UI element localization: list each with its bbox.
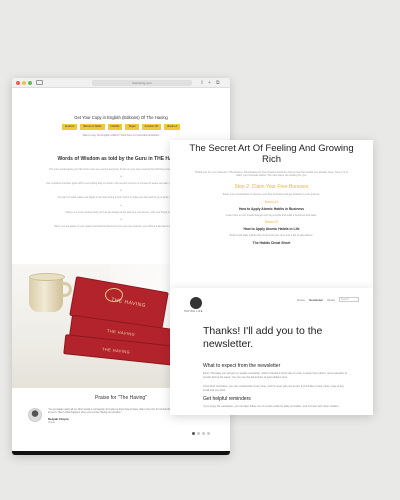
avatar	[28, 408, 42, 422]
signup-card: The Secret Art Of Feeling And Growing Ri…	[170, 140, 373, 290]
nav-item-newsletter[interactable]: Newsletter	[309, 298, 323, 302]
bonus-label: Bonus #1	[264, 199, 279, 204]
browser-toolbar: thehaving.com ⇪ + ⧉	[12, 78, 230, 88]
newsletter-card: HAVING LIFE Home Newsletter About Search…	[170, 288, 373, 415]
new-tab-icon[interactable]: +	[208, 80, 211, 86]
thanks-title: Thanks! I'll add you to the newsletter.	[203, 325, 323, 350]
brand-logo-icon[interactable]	[190, 297, 202, 309]
mug-illustration	[29, 273, 65, 312]
bonus-label: Bonus #2	[264, 220, 279, 225]
search-input[interactable]: Search	[339, 297, 359, 302]
signup-title: The Secret Art Of Feeling And Growing Ri…	[189, 143, 354, 165]
retailer-button[interactable]: Barnes & Noble	[80, 124, 105, 130]
top-nav: Home Newsletter About Search	[297, 297, 359, 302]
close-window-button[interactable]	[16, 81, 20, 85]
sidebar-toggle-icon[interactable]	[36, 80, 43, 85]
bonus-title[interactable]: How to Apply Atomic Habits in Life	[170, 227, 373, 231]
nav-item-home[interactable]: Home	[297, 298, 305, 302]
retailer-button[interactable]: IndieBo	[107, 124, 123, 130]
tabs-overview-icon[interactable]: ⧉	[216, 80, 220, 86]
bonus-title[interactable]: How to Apply Atomic Habits in Business	[170, 207, 373, 211]
hero-title: Get Your Copy in English (Editions) Of T…	[74, 115, 168, 120]
minimize-window-button[interactable]	[22, 81, 26, 85]
retailer-button[interactable]: Amazon UK	[141, 124, 162, 130]
nav-item-about[interactable]: About	[327, 298, 335, 302]
retailer-button[interactable]: Target	[125, 124, 139, 130]
address-bar[interactable]: thehaving.com	[92, 80, 192, 86]
bonus-description: Build small daily habits that compound o…	[229, 234, 314, 238]
carousel-dot[interactable]	[207, 432, 210, 435]
international-edition-link[interactable]: Want to buy the English edition? Click h…	[12, 134, 230, 137]
maximize-window-button[interactable]	[28, 81, 32, 85]
retailer-buttons: Amazon Barnes & Noble IndieBo Target Ama…	[12, 124, 230, 130]
section-text: Every Thursday you will get my weekly ne…	[203, 372, 347, 379]
step-heading: Step 2: Claim Your Free Bonuses	[234, 184, 309, 191]
section-heading: What to expect from the newsletter	[203, 363, 281, 369]
share-icon[interactable]: ⇪	[200, 80, 204, 86]
retailer-button[interactable]: Amazon	[61, 124, 78, 130]
retailer-button[interactable]: Books-A	[164, 124, 181, 130]
signup-intro: Thank you for your interest in The Havin…	[194, 170, 349, 178]
section-text: If you enjoy the newsletter, you can als…	[203, 405, 340, 408]
carousel-dots	[192, 432, 210, 435]
section-heading: Get helpful reminders	[203, 396, 251, 402]
testimonial-role: Author	[48, 421, 56, 425]
section-text: A few brief reminders: you can unsubscri…	[203, 385, 344, 392]
carousel-dot[interactable]	[192, 432, 195, 435]
footer-bar	[12, 451, 230, 455]
mug-handle	[62, 282, 72, 297]
carousel-dot[interactable]	[197, 432, 200, 435]
bonus-title[interactable]: The Habits Cheat Sheet	[170, 241, 373, 245]
bonus-intro: Enter your email below to receive your f…	[223, 193, 320, 197]
carousel-dot[interactable]	[202, 432, 205, 435]
bonus-description: Learn how to turn small changes into big…	[225, 213, 318, 217]
brand-logo-text: HAVING LIFE	[184, 310, 203, 313]
